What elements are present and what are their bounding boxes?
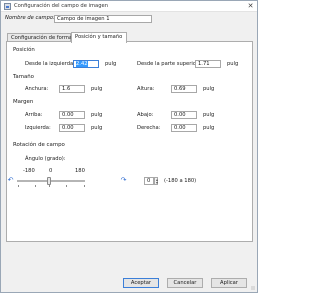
angle-spinner-icon[interactable] xyxy=(154,177,158,185)
width-value: 1.6 xyxy=(62,86,71,92)
image-field-icon xyxy=(4,3,11,10)
from-top-value: 1.71 xyxy=(198,61,210,67)
width-label: Anchura: xyxy=(25,86,49,92)
rotation-heading: Rotación de campo xyxy=(13,142,65,148)
margin-bottom-input[interactable]: 0.00 xyxy=(171,111,197,119)
close-icon[interactable]: ✕ xyxy=(246,2,255,11)
margin-left-input[interactable]: 0.00 xyxy=(59,124,85,132)
size-heading: Tamaño xyxy=(13,74,34,80)
slider-tick xyxy=(35,185,36,187)
height-unit: pulg xyxy=(203,86,215,92)
angle-slider-thumb[interactable] xyxy=(47,177,51,185)
angle-range-hint: (-180 a 180) xyxy=(164,178,197,184)
rotate-left-icon[interactable]: ↶ xyxy=(7,177,14,184)
height-value: 0.69 xyxy=(174,86,186,92)
margin-left-value: 0.00 xyxy=(62,125,74,131)
angle-value: 0 xyxy=(147,178,151,184)
resize-grip-icon[interactable] xyxy=(251,286,255,290)
from-left-unit: pulg xyxy=(105,61,117,67)
field-name-label: Nombre de campo: xyxy=(5,15,55,21)
slider-tick xyxy=(66,185,67,187)
margin-left-unit: pulg xyxy=(91,125,103,131)
slider-mid-label: 0 xyxy=(49,168,53,174)
slider-tick xyxy=(49,185,50,187)
slider-max-label: 180 xyxy=(75,168,85,174)
slider-tick xyxy=(84,185,85,187)
width-input[interactable]: 1.6 xyxy=(59,85,85,93)
dialog-window: Configuración del campo de imagen ✕ Nomb… xyxy=(0,0,258,293)
margin-bottom-label: Abajo: xyxy=(137,112,154,118)
margin-bottom-unit: pulg xyxy=(203,112,215,118)
margin-top-label: Arriba: xyxy=(25,112,43,118)
window-title: Configuración del campo de imagen xyxy=(14,3,109,9)
margin-right-value: 0.00 xyxy=(174,125,186,131)
from-top-unit: pulg xyxy=(227,61,239,67)
angle-label: Ángulo (grado): xyxy=(25,156,66,162)
from-top-input[interactable]: 1.71 xyxy=(195,60,221,68)
margin-top-input[interactable]: 0.00 xyxy=(59,111,85,119)
margin-bottom-value: 0.00 xyxy=(174,112,186,118)
angle-input[interactable]: 0 xyxy=(144,177,154,185)
from-left-value: 2.42 xyxy=(76,61,88,67)
field-name-input[interactable]: Campo de imagen 1 xyxy=(54,15,152,23)
angle-slider-track[interactable] xyxy=(17,180,85,182)
cancel-button[interactable]: Cancelar xyxy=(167,278,203,288)
from-left-label: Desde la izquierda: xyxy=(25,61,75,67)
margin-right-unit: pulg xyxy=(203,125,215,131)
margin-right-label: Derecha: xyxy=(137,125,161,131)
position-heading: Posición xyxy=(13,47,35,53)
field-name-value: Campo de imagen 1 xyxy=(57,16,110,22)
from-left-input[interactable]: 2.42 xyxy=(73,60,99,68)
margin-top-value: 0.00 xyxy=(62,112,74,118)
margin-heading: Margen xyxy=(13,99,34,105)
accept-button[interactable]: Aceptar xyxy=(123,278,159,288)
title-bar: Configuración del campo de imagen ✕ xyxy=(1,1,257,12)
tab-position-size[interactable]: Posición y tamaño xyxy=(71,32,127,43)
margin-top-unit: pulg xyxy=(91,112,103,118)
margin-left-label: Izquierda: xyxy=(25,125,51,131)
margin-right-input[interactable]: 0.00 xyxy=(171,124,197,132)
apply-button[interactable]: Aplicar xyxy=(211,278,247,288)
from-top-label: Desde la parte superior: xyxy=(137,61,200,67)
height-label: Altura: xyxy=(137,86,155,92)
height-input[interactable]: 0.69 xyxy=(171,85,197,93)
width-unit: pulg xyxy=(91,86,103,92)
rotate-right-icon[interactable]: ↷ xyxy=(120,177,127,184)
slider-tick xyxy=(18,185,19,187)
slider-min-label: -180 xyxy=(23,168,35,174)
